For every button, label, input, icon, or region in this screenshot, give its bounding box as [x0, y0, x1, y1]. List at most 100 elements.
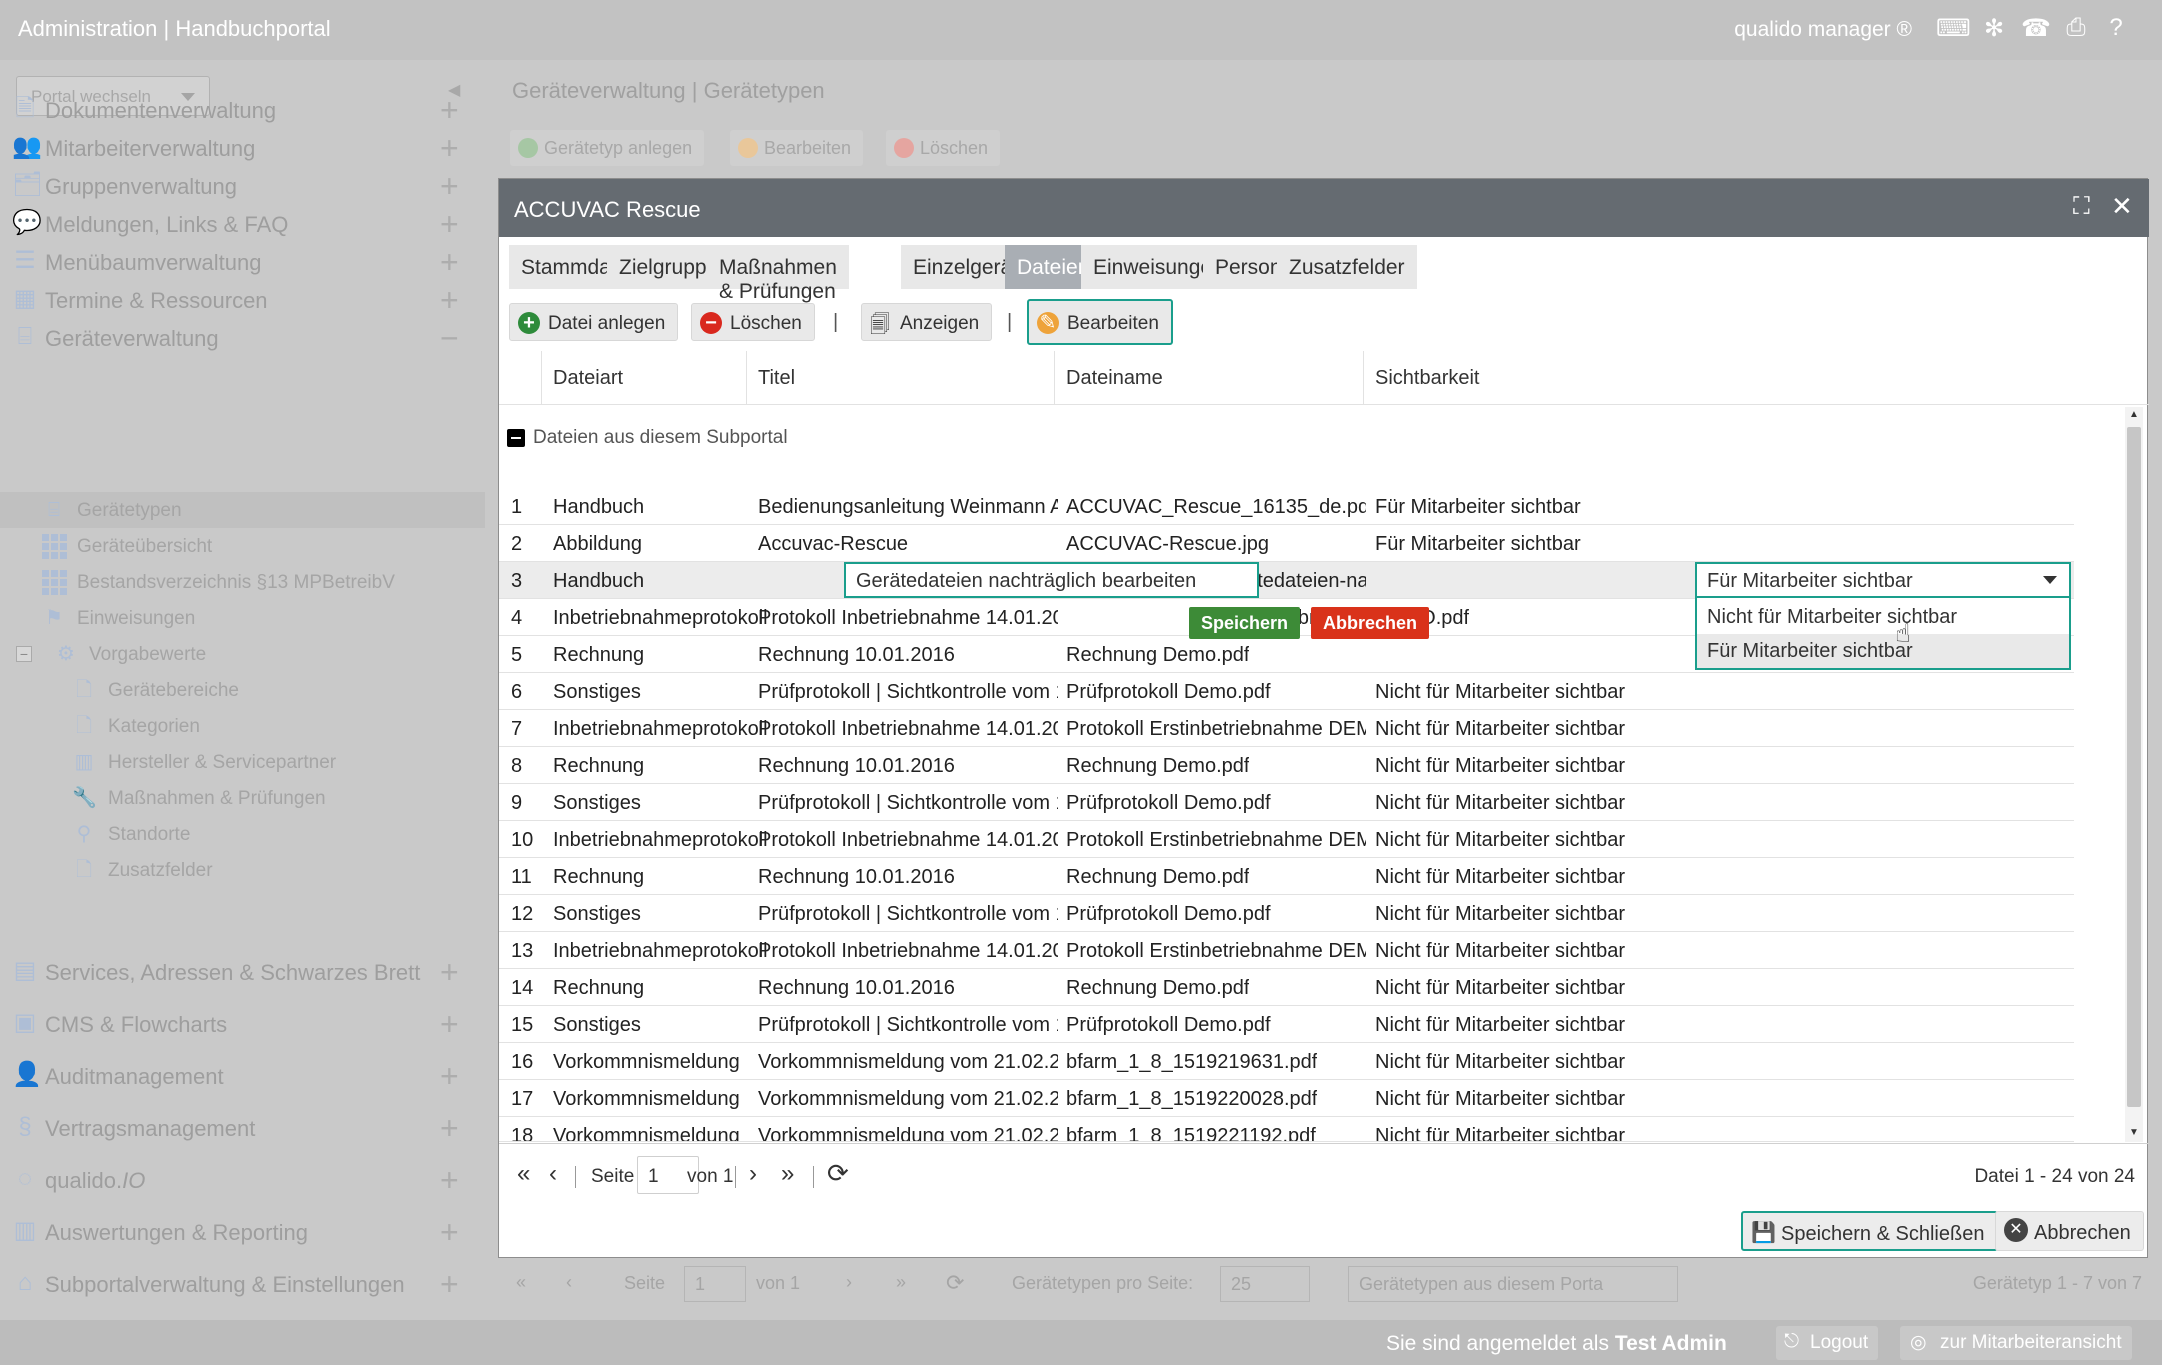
- table-row[interactable]: 11 Rechnung Rechnung 10.01.2016 Rechnung De…: [499, 858, 2074, 895]
- last-page-icon[interactable]: »: [896, 1272, 906, 1293]
- filter-select[interactable]: Gerätetypen aus diesem Porta: [1348, 1266, 1678, 1302]
- refresh-icon[interactable]: ⟳: [946, 1270, 964, 1296]
- page-input[interactable]: 1: [684, 1266, 746, 1302]
- document-icon: 🗋: [75, 679, 93, 701]
- background-pager: « ‹ Seite 1 von 1 › » ⟳ Gerätetypen pro …: [500, 1262, 2150, 1306]
- device-icon: ⌸: [17, 323, 33, 350]
- tab-2[interactable]: Maßnahmen & Prüfungen: [707, 245, 851, 303]
- keyboard-icon[interactable]: ⌨: [1936, 14, 1971, 46]
- table-row[interactable]: 16 Vorkommnismeldung Vorkommnismeldung vom…: [499, 1043, 2074, 1080]
- table-row[interactable]: 14 Rechnung Rechnung 10.01.2016 Rechnung De…: [499, 969, 2074, 1006]
- table-row[interactable]: 9 Sonstiges Prüfprotokoll | Sichtkontrolle…: [499, 784, 2074, 821]
- help-icon[interactable]: ?: [2100, 14, 2132, 46]
- expand-icon[interactable]: +: [440, 954, 459, 991]
- group-row[interactable]: Dateien aus diesem Subportal: [507, 427, 788, 449]
- org-icon[interactable]: ✻: [1978, 14, 2010, 46]
- sidebar-lower-item-3[interactable]: § Vertragsmanagement +: [0, 1102, 490, 1154]
- sidebar-subitem-1[interactable]: Geräteübersicht: [0, 528, 485, 564]
- sidebar-lower-item-4[interactable]: ◌ qualido.IO +: [0, 1154, 490, 1206]
- column-header-dateiname[interactable]: Dateiname: [1066, 367, 1163, 390]
- visibility-select[interactable]: Für Mitarbeiter sichtbar: [1695, 562, 2071, 598]
- maximize-icon[interactable]: ⛶: [2073, 193, 2090, 221]
- last-page-icon[interactable]: »: [781, 1160, 794, 1188]
- table-row[interactable]: 17 Vorkommnismeldung Vorkommnismeldung vom…: [499, 1080, 2074, 1117]
- sidebar-subsubitem-2[interactable]: ▥ Hersteller & Servicepartner: [0, 744, 485, 780]
- sidebar-subsubitem-4[interactable]: ⚲ Standorte: [0, 816, 485, 852]
- add-device-type-button[interactable]: Gerätetyp anlegen: [510, 130, 705, 166]
- collapse-group-icon[interactable]: [507, 429, 525, 447]
- table-row[interactable]: 13 Inbetriebnahmeprotokoll Protokoll Inbet…: [499, 932, 2074, 969]
- device-icon: ⌸: [48, 499, 60, 521]
- sidebar-subitem-3[interactable]: ⚑ Einweisungen: [0, 600, 485, 636]
- column-header-dateiart[interactable]: Dateiart: [553, 367, 623, 390]
- first-page-icon[interactable]: «: [517, 1160, 530, 1188]
- visibility-option[interactable]: Nicht für Mitarbeiter sichtbar: [1697, 600, 2069, 634]
- next-page-icon[interactable]: ›: [749, 1160, 757, 1188]
- save-close-button[interactable]: 💾 Speichern & Schließen: [1741, 1211, 1999, 1251]
- inline-cancel-button[interactable]: Abbrechen: [1311, 607, 1430, 639]
- scrollbar-thumb[interactable]: [2127, 427, 2141, 1107]
- sidebar-subsubitem-1[interactable]: 🗋 Kategorien: [0, 708, 485, 744]
- per-page-select[interactable]: 25: [1220, 1266, 1310, 1302]
- sidebar-lower-item-6[interactable]: ⌂ Subportalverwaltung & Einstellungen +: [0, 1258, 490, 1310]
- prev-page-icon[interactable]: ‹: [566, 1272, 572, 1293]
- location-pin-icon: ⚲: [76, 823, 92, 845]
- add-file-button[interactable]: + Datei anlegen: [509, 303, 679, 341]
- print-icon[interactable]: ⎙: [2060, 14, 2092, 46]
- scroll-up-icon[interactable]: ▲: [2129, 409, 2139, 420]
- sidebar-subitem-2[interactable]: Bestandsverzeichnis §13 MPBetreibV: [0, 564, 485, 600]
- employee-view-button[interactable]: ◎ zur Mitarbeiteransicht: [1900, 1326, 2132, 1360]
- table-row[interactable]: 10 Inbetriebnahmeprotokoll Protokoll Inbet…: [499, 821, 2074, 858]
- expand-icon[interactable]: +: [440, 1214, 459, 1251]
- sidebar-item-6[interactable]: ⌸ Geräteverwaltung −: [0, 312, 490, 364]
- delete-file-button[interactable]: − Löschen: [691, 303, 815, 341]
- delete-device-type-button[interactable]: Löschen: [886, 130, 1001, 166]
- expand-icon[interactable]: +: [440, 1162, 459, 1199]
- edit-device-type-button[interactable]: Bearbeiten: [730, 130, 864, 166]
- table-row[interactable]: 7 Inbetriebnahmeprotokoll Protokoll Inbetr…: [499, 710, 2074, 747]
- collapse-tree-icon[interactable]: −: [16, 646, 32, 662]
- scroll-down-icon[interactable]: ▼: [2129, 1127, 2139, 1138]
- expand-icon[interactable]: +: [440, 1006, 459, 1043]
- prev-page-icon[interactable]: ‹: [549, 1160, 557, 1188]
- table-header: Dateiart Titel Dateiname Sichtbarkeit: [499, 351, 2149, 405]
- sidebar-lower-item-0[interactable]: ▤ Services, Adressen & Schwarzes Brett +: [0, 946, 490, 998]
- sidebar-subitem-4[interactable]: − ⚙ Vorgabewerte: [0, 636, 485, 672]
- table-row[interactable]: 18 Vorkommnismeldung Vorkommnismeldung vom…: [499, 1117, 2074, 1142]
- column-header-sichtbarkeit[interactable]: Sichtbarkeit: [1375, 367, 1480, 390]
- sidebar-lower-item-5[interactable]: ▥ Auswertungen & Reporting +: [0, 1206, 490, 1258]
- sidebar-lower-item-1[interactable]: ▣ CMS & Flowcharts +: [0, 998, 490, 1050]
- table-row[interactable]: 15 Sonstiges Prüfprotokoll | Sichtkontroll…: [499, 1006, 2074, 1043]
- view-file-button[interactable]: 🗐 Anzeigen: [861, 303, 993, 341]
- expand-icon[interactable]: +: [440, 1058, 459, 1095]
- table-row[interactable]: 1 Handbuch Bedienungsanleitung Weinmann AC…: [499, 488, 2074, 525]
- collapse-icon[interactable]: −: [440, 320, 459, 357]
- cancel-button[interactable]: ✕ Abbrechen: [1995, 1211, 2144, 1251]
- sidebar-subsubitem-3[interactable]: 🔧 Maßnahmen & Prüfungen: [0, 780, 485, 816]
- sidebar-subsubitem-0[interactable]: 🗋 Gerätebereiche: [0, 672, 485, 708]
- logout-button[interactable]: ⎋ Logout: [1776, 1326, 1879, 1360]
- expand-icon[interactable]: +: [440, 1110, 459, 1147]
- title-edit-input[interactable]: Gerätedateien nachträglich bearbeiten: [844, 562, 1259, 598]
- sidebar-subitem-0[interactable]: ⌸ Gerätetypen: [0, 492, 485, 528]
- expand-icon[interactable]: +: [440, 1266, 459, 1303]
- table-row[interactable]: 12 Sonstiges Prüfprotokoll | Sichtkontroll…: [499, 895, 2074, 932]
- sidebar-lower-item-2[interactable]: 👤 Auditmanagement +: [0, 1050, 490, 1102]
- next-page-icon[interactable]: ›: [846, 1272, 852, 1293]
- table-row[interactable]: 8 Rechnung Rechnung 10.01.2016 Rechnung Dem…: [499, 747, 2074, 784]
- inline-save-button[interactable]: Speichern: [1189, 607, 1301, 639]
- table-scrollbar[interactable]: ▲ ▼: [2125, 407, 2143, 1142]
- first-page-icon[interactable]: «: [516, 1272, 526, 1293]
- fax-icon[interactable]: ☎: [2020, 14, 2052, 46]
- column-header-titel[interactable]: Titel: [758, 367, 795, 390]
- tab-7[interactable]: Zusatzfelder: [1277, 245, 1419, 289]
- table-row[interactable]: 6 Sonstiges Prüfprotokoll | Sichtkontrolle…: [499, 673, 2074, 710]
- cms-icon: ▣: [13, 1009, 37, 1036]
- refresh-icon[interactable]: ⟳: [827, 1158, 849, 1189]
- visibility-option[interactable]: Für Mitarbeiter sichtbar: [1697, 634, 2069, 668]
- edit-file-button[interactable]: ✎ Bearbeiten: [1027, 299, 1173, 345]
- device-type-count: Gerätetyp 1 - 7 von 7: [1972, 1273, 2142, 1293]
- sidebar-subsubitem-5[interactable]: 🗋 Zusatzfelder: [0, 852, 485, 888]
- close-icon[interactable]: ✕: [2111, 191, 2133, 222]
- table-row[interactable]: 2 Abbildung Accuvac-Rescue ACCUVAC-Rescue.j…: [499, 525, 2074, 562]
